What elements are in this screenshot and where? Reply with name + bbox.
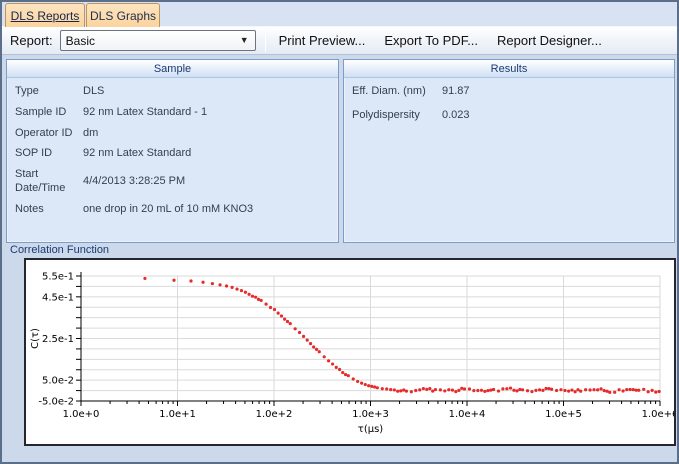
field-label: Operator ID [15, 127, 73, 141]
field-value: one drop in 20 mL of 10 mM KNO3 [83, 203, 330, 217]
svg-text:2.5e-1: 2.5e-1 [42, 334, 74, 345]
field-label: Eff. Diam. (nm) [352, 85, 432, 99]
report-designer-button[interactable]: Report Designer... [491, 29, 608, 52]
field-value: 0.023 [442, 109, 666, 123]
sample-fields: Type DLS Sample ID 92 nm Latex Standard … [7, 78, 338, 220]
results-panel: Results Eff. Diam. (nm) 91.87 Polydisper… [343, 59, 675, 243]
report-selected-value: Basic [66, 34, 95, 48]
field-value: dm [83, 127, 330, 141]
tab-dls-reports[interactable]: DLS Reports [5, 3, 85, 27]
svg-text:C(τ): C(τ) [30, 328, 41, 349]
print-preview-button[interactable]: Print Preview... [273, 29, 372, 52]
chevron-down-icon: ▼ [240, 35, 249, 45]
field-value: 92 nm Latex Standard [83, 147, 330, 161]
svg-text:1.0e+1: 1.0e+1 [159, 409, 196, 420]
report-select[interactable]: Basic ▼ [60, 30, 256, 51]
correlation-function-label: Correlation Function [10, 244, 109, 256]
results-panel-header: Results [344, 60, 674, 78]
correlation-chart: 5.5e-1 4.5e-1 2.5e-1 5.0e-2 -5.0e-21.0e+0 1.0… [24, 258, 676, 446]
field-label: Type [15, 85, 73, 99]
field-label: Notes [15, 203, 73, 217]
report-label: Report: [10, 33, 53, 48]
report-toolbar: Report: Basic ▼ Print Preview... Export … [2, 27, 677, 55]
svg-text:1.0e+6: 1.0e+6 [642, 409, 674, 420]
results-fields: Eff. Diam. (nm) 91.87 Polydispersity 0.0… [344, 78, 674, 127]
svg-text:1.0e+5: 1.0e+5 [545, 409, 582, 420]
field-value: 91.87 [442, 85, 666, 99]
report-content: Sample Type DLS Sample ID 92 nm Latex St… [2, 55, 677, 461]
field-label: Sample ID [15, 106, 73, 120]
tab-dls-graphs-label: DLS Graphs [90, 9, 156, 23]
tab-dls-reports-label: DLS Reports [11, 9, 80, 23]
field-label: Polydispersity [352, 109, 432, 123]
field-label: SOP ID [15, 147, 73, 161]
export-pdf-button[interactable]: Export To PDF... [378, 29, 484, 52]
svg-text:4.5e-1: 4.5e-1 [42, 292, 74, 303]
svg-text:-5.0e-2: -5.0e-2 [38, 397, 74, 408]
sample-panel: Sample Type DLS Sample ID 92 nm Latex St… [6, 59, 339, 243]
svg-text:1.0e+4: 1.0e+4 [449, 409, 486, 420]
svg-text:τ(µs): τ(µs) [358, 424, 383, 435]
svg-text:1.0e+3: 1.0e+3 [352, 409, 389, 420]
toolbar-separator [265, 30, 266, 52]
svg-text:5.5e-1: 5.5e-1 [42, 272, 74, 283]
sample-panel-header: Sample [7, 60, 338, 78]
field-label: Start Date/Time [15, 168, 73, 196]
svg-text:5.0e-2: 5.0e-2 [42, 376, 74, 387]
field-value: 4/4/2013 3:28:25 PM [83, 175, 330, 189]
svg-text:1.0e+0: 1.0e+0 [63, 409, 100, 420]
tab-bar: DLS Reports DLS Graphs [2, 2, 677, 27]
dls-report-window: DLS Reports DLS Graphs Report: Basic ▼ P… [0, 0, 679, 464]
correlation-chart-svg: 5.5e-1 4.5e-1 2.5e-1 5.0e-2 -5.0e-21.0e+0 1.0… [26, 260, 674, 444]
field-value: DLS [83, 85, 330, 99]
field-value: 92 nm Latex Standard - 1 [83, 106, 330, 120]
svg-text:1.0e+2: 1.0e+2 [256, 409, 293, 420]
tab-dls-graphs[interactable]: DLS Graphs [86, 3, 160, 27]
